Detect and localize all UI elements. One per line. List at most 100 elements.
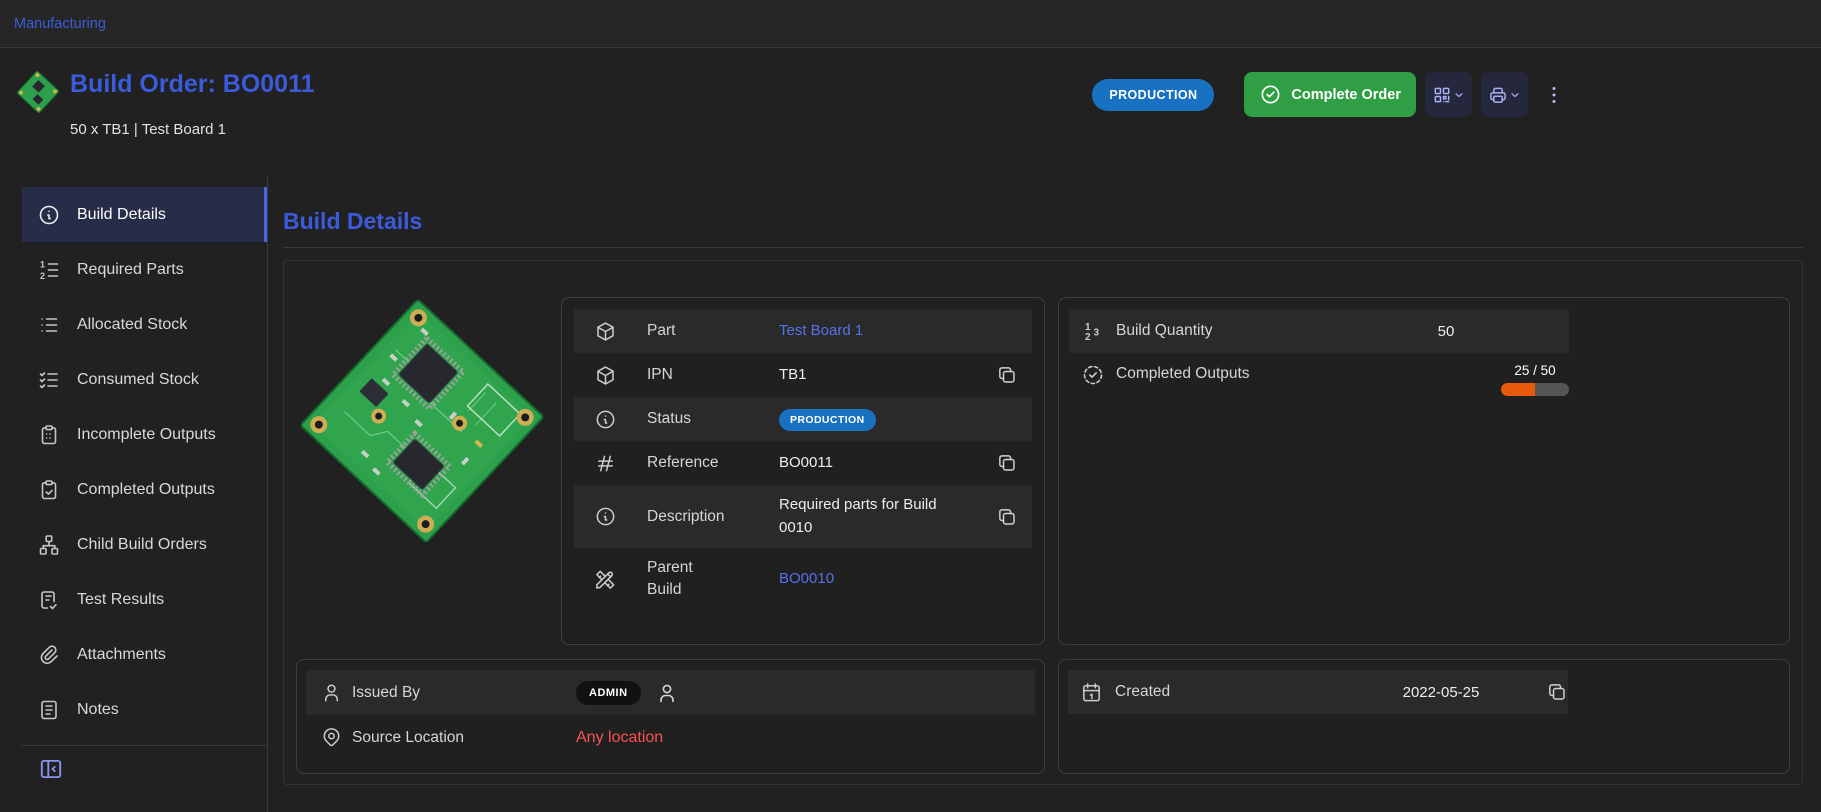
sidebar-item-required-parts[interactable]: 12 Required Parts bbox=[22, 242, 267, 297]
user-icon bbox=[306, 681, 352, 704]
progress-bar bbox=[1501, 383, 1569, 396]
sidebar-item-label: Child Build Orders bbox=[77, 536, 207, 554]
list-numbers-icon: 12 bbox=[37, 258, 61, 282]
copy-icon bbox=[1546, 681, 1568, 703]
info-circle-icon bbox=[574, 505, 647, 528]
table-row-reference: Reference BO0011 bbox=[574, 441, 1032, 485]
notes-icon bbox=[37, 698, 61, 722]
row-value: Required parts for Build 0010 bbox=[779, 485, 937, 548]
section-divider bbox=[283, 247, 1803, 248]
row-value: PRODUCTION bbox=[779, 399, 937, 440]
file-check-icon bbox=[37, 588, 61, 612]
qrcode-icon bbox=[1432, 85, 1452, 105]
list-icon bbox=[37, 313, 61, 337]
clipboard-icon bbox=[37, 423, 61, 447]
page-title: Build Order: BO0011 bbox=[70, 71, 315, 99]
source-location-value: Any location bbox=[576, 729, 663, 747]
table-row-source-location: Source Location Any location bbox=[306, 715, 1035, 760]
sidebar-item-attachments[interactable]: Attachments bbox=[22, 627, 267, 682]
sidebar-item-test-results[interactable]: Test Results bbox=[22, 572, 267, 627]
sidebar-item-allocated-stock[interactable]: Allocated Stock bbox=[22, 297, 267, 352]
sidebar-item-label: Consumed Stock bbox=[77, 371, 199, 389]
row-label: IPN bbox=[647, 364, 779, 386]
row-value: TB1 bbox=[779, 355, 937, 396]
quantity-card: 123 Build Quantity 50 Completed Outputs … bbox=[1058, 297, 1790, 645]
sidebar-item-build-details[interactable]: Build Details bbox=[22, 187, 267, 242]
title-block: Build Order: BO0011 50 x TB1 | Test Boar… bbox=[70, 48, 315, 138]
hash-icon bbox=[574, 452, 647, 475]
calendar-icon bbox=[1068, 681, 1115, 704]
status-badge: PRODUCTION bbox=[779, 409, 876, 431]
svg-text:2: 2 bbox=[40, 271, 45, 281]
sidebar-item-label: Build Details bbox=[77, 206, 166, 224]
progress-label: 25 / 50 bbox=[1501, 363, 1569, 378]
progress-fill bbox=[1501, 383, 1535, 396]
created-card: Created 2022-05-25 bbox=[1058, 659, 1790, 774]
parent-build-link[interactable]: BO0010 bbox=[779, 559, 937, 600]
row-label: Description bbox=[647, 506, 779, 528]
table-row-build-quantity: 123 Build Quantity 50 bbox=[1069, 309, 1569, 353]
list-check-icon bbox=[37, 368, 61, 392]
sidebar-item-label: Incomplete Outputs bbox=[77, 426, 216, 444]
copy-button[interactable] bbox=[996, 364, 1018, 386]
right-column: 123 Build Quantity 50 Completed Outputs … bbox=[1058, 297, 1790, 774]
table-row-part: Part Test Board 1 bbox=[574, 309, 1032, 353]
table-row-status: Status PRODUCTION bbox=[574, 397, 1032, 441]
row-label: Reference bbox=[647, 452, 779, 474]
copy-icon bbox=[996, 506, 1018, 528]
copy-icon bbox=[996, 452, 1018, 474]
sidebar-collapse-icon bbox=[38, 756, 64, 782]
issue-card: Issued By ADMIN Source Location Any loca… bbox=[296, 659, 1045, 774]
page-header: Build Order: BO0011 50 x TB1 | Test Boar… bbox=[0, 48, 1821, 176]
row-label: Status bbox=[647, 408, 779, 430]
build-quantity-value: 50 bbox=[1371, 323, 1521, 340]
table-row-ipn: IPN TB1 bbox=[574, 353, 1032, 397]
sidebar-item-incomplete-outputs[interactable]: Incomplete Outputs bbox=[22, 407, 267, 462]
table-row-created: Created 2022-05-25 bbox=[1068, 670, 1568, 714]
left-column: Part Test Board 1 IPN TB1 bbox=[296, 297, 1045, 774]
map-pin-icon bbox=[306, 726, 352, 749]
copy-button[interactable] bbox=[996, 452, 1018, 474]
print-actions-button[interactable] bbox=[1481, 72, 1528, 117]
sidebar-item-label: Notes bbox=[77, 701, 119, 719]
more-actions-button[interactable] bbox=[1540, 81, 1568, 109]
tools-icon bbox=[574, 568, 647, 591]
build-details-panel: Part Test Board 1 IPN TB1 bbox=[283, 260, 1803, 785]
sidebar-item-consumed-stock[interactable]: Consumed Stock bbox=[22, 352, 267, 407]
barcode-actions-button[interactable] bbox=[1425, 72, 1472, 117]
circle-check-icon bbox=[1259, 83, 1282, 106]
table-row-description: Description Required parts for Build 001… bbox=[574, 485, 1032, 548]
row-label: Completed Outputs bbox=[1116, 363, 1371, 385]
sidebar-item-completed-outputs[interactable]: Completed Outputs bbox=[22, 462, 267, 517]
completed-outputs-progress: 25 / 50 bbox=[1501, 363, 1569, 396]
complete-order-label: Complete Order bbox=[1291, 87, 1401, 103]
box-icon bbox=[574, 320, 647, 343]
row-label: Created bbox=[1115, 681, 1370, 703]
complete-order-button[interactable]: Complete Order bbox=[1244, 72, 1416, 117]
numbers-123-icon: 123 bbox=[1069, 319, 1116, 343]
part-thumbnail-image[interactable] bbox=[15, 69, 61, 115]
sidebar-item-notes[interactable]: Notes bbox=[22, 682, 267, 737]
sidebar-item-child-build-orders[interactable]: Child Build Orders bbox=[22, 517, 267, 572]
svg-text:3: 3 bbox=[1094, 328, 1100, 339]
table-row-parent-build: Parent Build BO0010 bbox=[574, 548, 1032, 610]
row-label: Issued By bbox=[352, 682, 576, 704]
build-order-page: Manufacturing Build Order: BO0011 50 x T… bbox=[0, 0, 1821, 812]
status-badge: PRODUCTION bbox=[1092, 79, 1214, 111]
copy-button[interactable] bbox=[1546, 681, 1568, 703]
part-image[interactable] bbox=[299, 297, 545, 545]
part-link[interactable]: Test Board 1 bbox=[779, 311, 937, 352]
row-label: Build Quantity bbox=[1116, 320, 1371, 342]
issued-by-value: ADMIN bbox=[576, 681, 679, 705]
details-row: Part Test Board 1 IPN TB1 bbox=[296, 297, 1045, 645]
progress-check-icon bbox=[1069, 363, 1116, 387]
sidebar-item-label: Allocated Stock bbox=[77, 316, 187, 334]
header-left: Build Order: BO0011 50 x TB1 | Test Boar… bbox=[15, 48, 315, 138]
created-value: 2022-05-25 bbox=[1370, 684, 1512, 701]
chevron-down-icon bbox=[1509, 89, 1521, 101]
sidebar: Build Details 12 Required Parts Allocate… bbox=[0, 176, 268, 812]
sidebar-collapse-button[interactable] bbox=[38, 756, 64, 782]
breadcrumb-link-manufacturing[interactable]: Manufacturing bbox=[14, 16, 106, 32]
copy-button[interactable] bbox=[996, 506, 1018, 528]
clipboard-check-icon bbox=[37, 478, 61, 502]
